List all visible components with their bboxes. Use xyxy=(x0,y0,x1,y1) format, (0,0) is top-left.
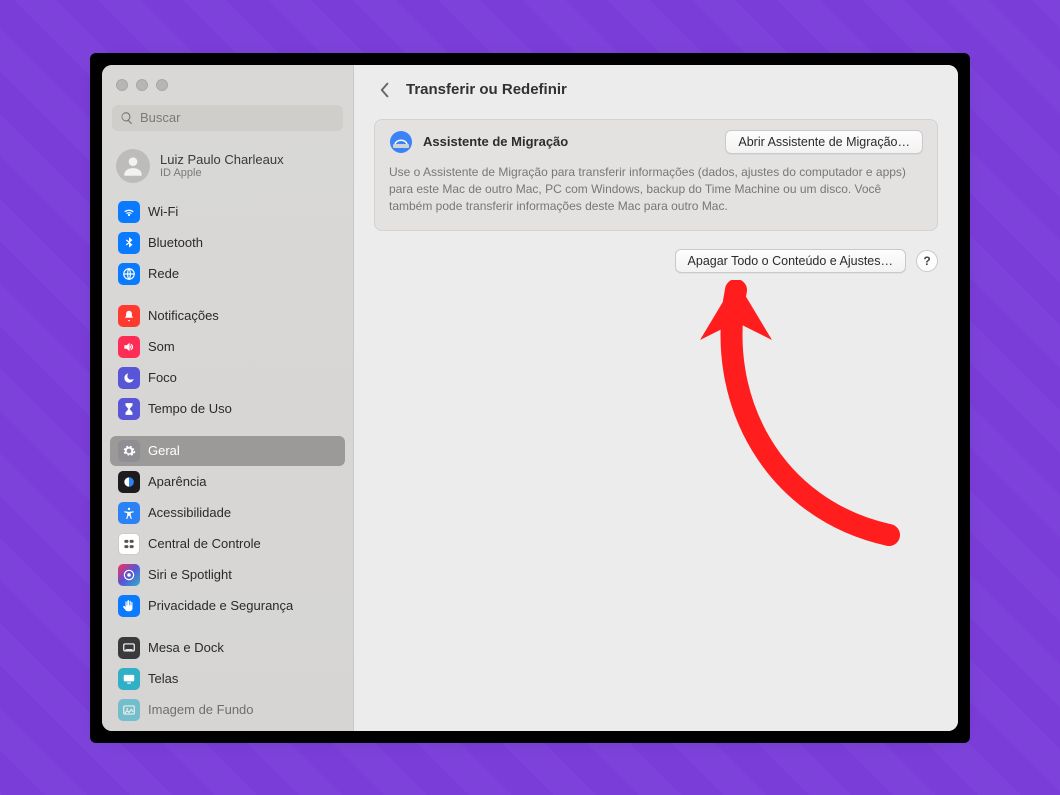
sidebar-item-notifica-es[interactable]: Notificações xyxy=(110,301,345,331)
erase-row: Apagar Todo o Conteúdo e Ajustes… ? xyxy=(374,249,938,273)
settings-window: Buscar Luiz Paulo Charleaux ID Apple Wi-… xyxy=(102,65,958,731)
sidebar-item-som[interactable]: Som xyxy=(110,332,345,362)
sidebar-item-rede[interactable]: Rede xyxy=(110,259,345,289)
account-name: Luiz Paulo Charleaux xyxy=(160,152,284,167)
content-pane: Transferir ou Redefinir Assistente de Mi… xyxy=(354,65,958,731)
chevron-left-icon xyxy=(379,82,391,98)
search-icon xyxy=(120,111,134,125)
annotation-arrow xyxy=(694,280,914,560)
wifi-icon xyxy=(118,201,140,223)
sidebar-group: Mesa e Dock Telas Imagem de Fundo xyxy=(110,633,345,725)
sidebar-item-siri-e-spotlight[interactable]: Siri e Spotlight xyxy=(110,560,345,590)
sidebar-item-apar-ncia[interactable]: Aparência xyxy=(110,467,345,497)
content-header: Transferir ou Redefinir xyxy=(374,79,938,101)
sidebar-item-geral[interactable]: Geral xyxy=(110,436,345,466)
sidebar-item-label: Aparência xyxy=(148,474,207,489)
account-text: Luiz Paulo Charleaux ID Apple xyxy=(160,152,284,179)
help-button[interactable]: ? xyxy=(916,250,938,272)
migration-row: Assistente de Migração Abrir Assistente … xyxy=(389,130,923,154)
appearance-icon xyxy=(118,471,140,493)
sidebar-item-bluetooth[interactable]: Bluetooth xyxy=(110,228,345,258)
sidebar-item-label: Telas xyxy=(148,671,178,686)
migration-description: Use o Assistente de Migração para transf… xyxy=(389,164,923,216)
sidebar-item-label: Privacidade e Segurança xyxy=(148,598,293,613)
sidebar-item-label: Bluetooth xyxy=(148,235,203,250)
sidebar-item-label: Foco xyxy=(148,370,177,385)
help-label: ? xyxy=(923,254,930,268)
display-icon xyxy=(118,668,140,690)
network-icon xyxy=(118,263,140,285)
migration-assistant-icon xyxy=(389,130,413,154)
migration-panel: Assistente de Migração Abrir Assistente … xyxy=(374,119,938,231)
accessibility-icon xyxy=(118,502,140,524)
sound-icon xyxy=(118,336,140,358)
gear-icon xyxy=(118,440,140,462)
sidebar-item-central-de-controle[interactable]: Central de Controle xyxy=(110,529,345,559)
erase-all-button[interactable]: Apagar Todo o Conteúdo e Ajustes… xyxy=(675,249,906,273)
moon-icon xyxy=(118,367,140,389)
sidebar-item-imagem-de-fundo[interactable]: Imagem de Fundo xyxy=(110,695,345,725)
control-icon xyxy=(118,533,140,555)
sidebar-group: Notificações Som Foco Tempo de Uso xyxy=(110,301,345,424)
open-migration-button[interactable]: Abrir Assistente de Migração… xyxy=(725,130,923,154)
sidebar-item-wi-fi[interactable]: Wi-Fi xyxy=(110,197,345,227)
migration-title: Assistente de Migração xyxy=(423,134,715,149)
sidebar-item-label: Central de Controle xyxy=(148,536,261,551)
zoom-dot-icon[interactable] xyxy=(156,79,168,91)
bell-icon xyxy=(118,305,140,327)
minimize-dot-icon[interactable] xyxy=(136,79,148,91)
account-subtitle: ID Apple xyxy=(160,167,284,179)
sidebar-item-foco[interactable]: Foco xyxy=(110,363,345,393)
sidebar-item-label: Som xyxy=(148,339,175,354)
sidebar-item-mesa-e-dock[interactable]: Mesa e Dock xyxy=(110,633,345,663)
sidebar-group: Geral Aparência Acessibilidade Central de C… xyxy=(110,436,345,621)
sidebar-item-tempo-de-uso[interactable]: Tempo de Uso xyxy=(110,394,345,424)
sidebar-item-label: Rede xyxy=(148,266,179,281)
sidebar-item-acessibilidade[interactable]: Acessibilidade xyxy=(110,498,345,528)
sidebar-item-label: Tempo de Uso xyxy=(148,401,232,416)
sidebar-item-privacidade-e-seguran-a[interactable]: Privacidade e Segurança xyxy=(110,591,345,621)
close-dot-icon[interactable] xyxy=(116,79,128,91)
dock-icon xyxy=(118,637,140,659)
sidebar-item-label: Mesa e Dock xyxy=(148,640,224,655)
sidebar-item-label: Acessibilidade xyxy=(148,505,231,520)
search-input[interactable]: Buscar xyxy=(112,105,343,131)
hourglass-icon xyxy=(118,398,140,420)
sidebar-item-label: Siri e Spotlight xyxy=(148,567,232,582)
sidebar-group: Wi-Fi Bluetooth Rede xyxy=(110,197,345,289)
person-icon xyxy=(120,153,146,179)
sidebar: Buscar Luiz Paulo Charleaux ID Apple Wi-… xyxy=(102,65,354,731)
avatar xyxy=(116,149,150,183)
back-button[interactable] xyxy=(374,79,396,101)
sidebar-item-label: Geral xyxy=(148,443,180,458)
search-placeholder: Buscar xyxy=(140,110,180,125)
sidebar-nav: Wi-Fi Bluetooth Rede Notificações Som Foco Tem… xyxy=(102,197,353,731)
page-title: Transferir ou Redefinir xyxy=(406,81,567,98)
apple-id-account[interactable]: Luiz Paulo Charleaux ID Apple xyxy=(102,141,353,197)
hand-icon xyxy=(118,595,140,617)
sidebar-item-label: Notificações xyxy=(148,308,219,323)
screenshot-frame: Buscar Luiz Paulo Charleaux ID Apple Wi-… xyxy=(90,53,970,743)
sidebar-item-label: Imagem de Fundo xyxy=(148,702,254,717)
siri-icon xyxy=(118,564,140,586)
sidebar-item-telas[interactable]: Telas xyxy=(110,664,345,694)
bluetooth-icon xyxy=(118,232,140,254)
sidebar-item-label: Wi-Fi xyxy=(148,204,178,219)
wallpaper-icon xyxy=(118,699,140,721)
window-traffic-lights[interactable] xyxy=(102,75,353,105)
